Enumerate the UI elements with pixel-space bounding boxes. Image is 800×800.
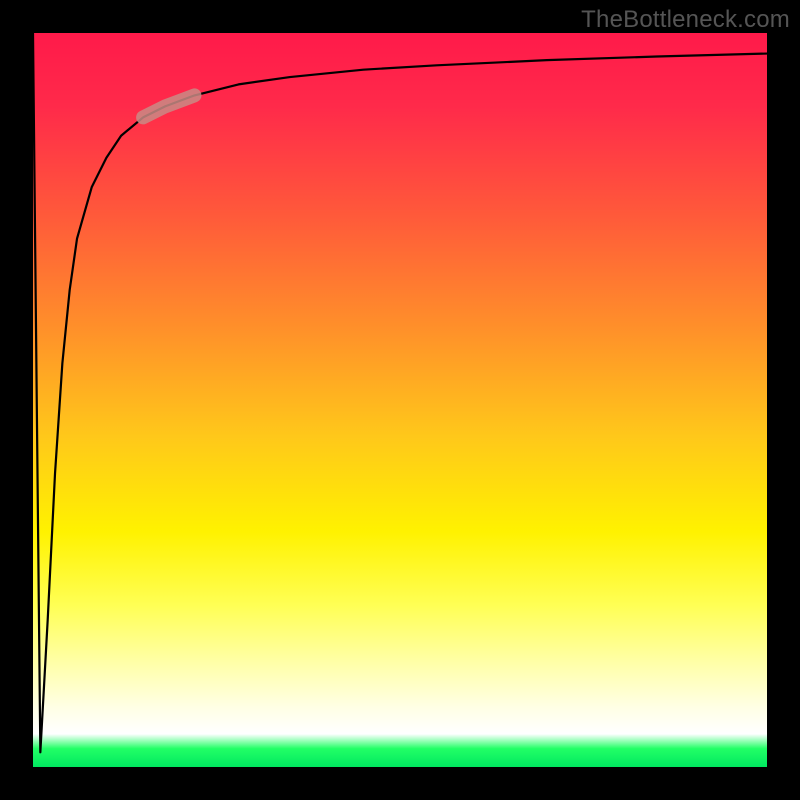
chart-plot-area	[33, 33, 767, 767]
bottleneck-curve	[33, 33, 767, 752]
chart-svg	[33, 33, 767, 767]
watermark-text: TheBottleneck.com	[581, 6, 790, 34]
highlight-segment	[143, 95, 194, 117]
